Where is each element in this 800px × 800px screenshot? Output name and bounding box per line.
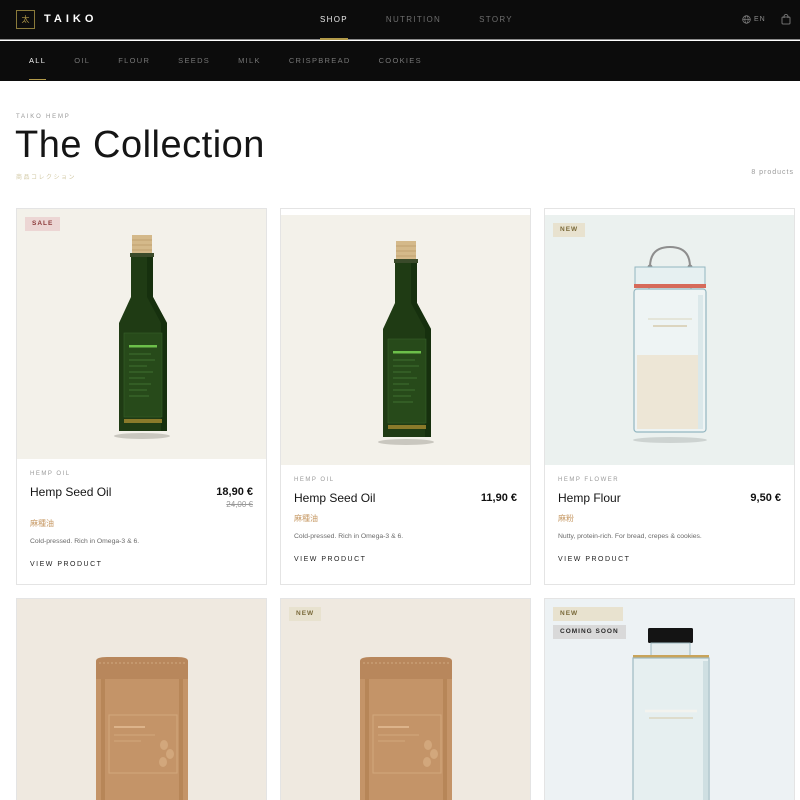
cart-icon[interactable] [781,14,791,25]
logo-icon[interactable]: 太 [16,10,35,29]
coming-soon-badge: COMING SOON [553,625,626,639]
category-oil[interactable]: OIL [74,41,90,81]
product-name[interactable]: Hemp Seed Oil [30,485,111,499]
language-label: EN [754,16,766,23]
product-category: HEMP OIL [294,477,335,483]
new-badge: NEW [289,607,322,621]
product-name[interactable]: Hemp Seed Oil [294,491,375,505]
product-price: 18,90 € [216,486,253,498]
main-nav: SHOP NUTRITION STORY [320,0,551,40]
product-old-price: 24,00 € [226,500,253,509]
product-image[interactable] [17,209,266,459]
category-all[interactable]: ALL [29,41,47,81]
product-card[interactable]: HEMP OIL Hemp Seed Oil 11,90 € 麻種油 Cold-… [280,208,531,585]
product-category: HEMP FLOWER [558,477,620,483]
product-price: 9,50 € [750,492,781,504]
product-count: 8 products [751,169,794,176]
product-price: 11,90 € [480,492,517,504]
view-product-link[interactable]: VIEW PRODUCT [558,556,630,563]
product-card[interactable]: NEW HEMP FLOWER Hemp Flour 9,50 € 麻粉 Nut… [544,208,795,585]
product-description: Cold-pressed. Rich in Omega-3 & 6. [30,538,140,545]
nav-shop[interactable]: SHOP [320,0,348,40]
product-jp-name: 麻粉 [558,514,574,523]
product-card[interactable]: NEW COMING SOON [544,598,795,800]
product-image[interactable] [17,599,266,800]
product-name[interactable]: Hemp Flour [558,491,621,505]
seed-pouch-icon [96,657,188,800]
product-image[interactable] [281,599,530,800]
product-image[interactable] [545,215,794,465]
flour-jar-icon [633,245,707,443]
product-jp-name: 麻種油 [294,514,318,523]
category-cookies[interactable]: COOKIES [379,41,422,81]
category-flour[interactable]: FLOUR [118,41,150,81]
product-image[interactable] [281,215,530,465]
product-card[interactable]: NEW [280,598,531,800]
oil-bottle-icon [378,241,434,445]
category-nav: ALL OIL FLOUR SEEDS MILK CRISPBREAD COOK… [0,41,800,81]
category-crispbread[interactable]: CRISPBREAD [289,41,351,81]
page-eyebrow: TAIKO HEMP [16,114,71,120]
product-description: Nutty, protein-rich. For bread, crepes &… [558,533,702,540]
product-description: Cold-pressed. Rich in Omega-3 & 6. [294,533,404,540]
product-category: HEMP OIL [30,471,71,477]
top-bar: 太 TAIKO SHOP NUTRITION STORY EN [0,0,800,40]
product-card[interactable]: SALE HEMP OIL Hemp Seed Oil 18,90 € 24,0… [16,208,267,585]
product-jp-name: 麻種油 [30,519,54,528]
nav-story[interactable]: STORY [479,0,513,40]
nav-nutrition[interactable]: NUTRITION [386,0,441,40]
category-milk[interactable]: MILK [238,41,261,81]
brand-name[interactable]: TAIKO [44,13,97,25]
new-badge: NEW [553,607,623,621]
page-title: The Collection [15,124,265,166]
new-badge: NEW [553,223,586,237]
category-seeds[interactable]: SEEDS [178,41,210,81]
page-subtitle: 商品コレクション [16,174,77,181]
oil-bottle-icon [114,235,170,439]
seed-pouch-icon [360,657,452,800]
language-switcher[interactable]: EN [742,15,766,24]
view-product-link[interactable]: VIEW PRODUCT [30,561,102,568]
product-card[interactable] [16,598,267,800]
view-product-link[interactable]: VIEW PRODUCT [294,556,366,563]
globe-icon [742,15,751,24]
sale-badge: SALE [25,217,61,231]
